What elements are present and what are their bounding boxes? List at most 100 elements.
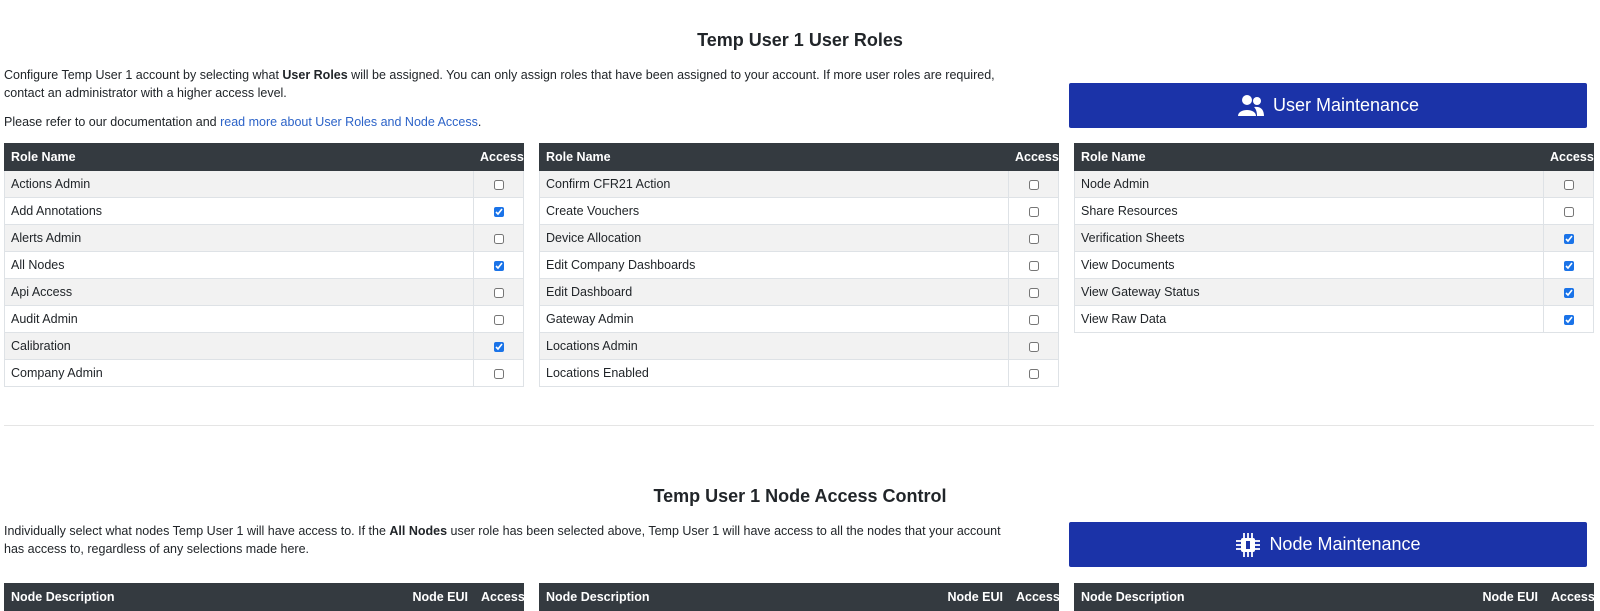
table-row: Edit Company Dashboards	[539, 251, 1059, 279]
role-access-cell	[1008, 224, 1059, 252]
role-access-cell	[1543, 197, 1594, 225]
role-access-checkbox[interactable]	[1028, 206, 1039, 217]
roles-title: Temp User 1 User Roles	[697, 30, 903, 50]
role-name: Locations Admin	[539, 332, 1009, 360]
role-access-checkbox[interactable]	[493, 314, 504, 325]
role-name: Audit Admin	[4, 305, 474, 333]
role-name: Create Vouchers	[539, 197, 1009, 225]
role-access-checkbox[interactable]	[1028, 314, 1039, 325]
role-access-cell	[473, 170, 524, 198]
node-maintenance-button[interactable]: Node Maintenance	[1069, 522, 1587, 567]
role-name: Confirm CFR21 Action	[539, 170, 1009, 198]
role-name: Share Resources	[1074, 197, 1544, 225]
role-access-cell	[473, 332, 524, 360]
role-access-cell	[1543, 251, 1594, 279]
table-row: Audit Admin	[4, 305, 524, 333]
role-access-checkbox[interactable]	[1028, 341, 1039, 352]
role-name: Edit Dashboard	[539, 278, 1009, 306]
table-row: Confirm CFR21 Action	[539, 170, 1059, 198]
role-name: Node Admin	[1074, 170, 1544, 198]
role-access-checkbox[interactable]	[493, 287, 504, 298]
table-row: View Raw Data	[1074, 305, 1594, 333]
role-access-cell	[1008, 305, 1059, 333]
role-name: Alerts Admin	[4, 224, 474, 252]
node-description-header: Node Description	[1074, 583, 1399, 611]
table-row: Node Admin	[1074, 170, 1594, 198]
table-row: View Documents	[1074, 251, 1594, 279]
section-divider	[4, 425, 1594, 426]
roles-doc-line: Please refer to our documentation and re…	[4, 113, 1014, 131]
role-name: Calibration	[4, 332, 474, 360]
role-access-cell	[473, 278, 524, 306]
table-row: Edit Dashboard	[539, 278, 1059, 306]
access-header: Access	[1543, 143, 1594, 171]
role-access-checkbox[interactable]	[1028, 179, 1039, 190]
nodes-table-2: Node Description Node EUI Access	[539, 583, 1060, 611]
nodes-table-3: Node Description Node EUI Access	[1074, 583, 1595, 611]
node-description-header: Node Description	[539, 583, 864, 611]
table-row: Api Access	[4, 278, 524, 306]
role-access-checkbox[interactable]	[1028, 287, 1039, 298]
role-access-checkbox[interactable]	[1563, 287, 1574, 298]
role-access-cell	[1008, 278, 1059, 306]
role-access-checkbox[interactable]	[1028, 368, 1039, 379]
role-access-cell	[1008, 170, 1059, 198]
role-access-checkbox[interactable]	[1563, 314, 1574, 325]
role-name-header: Role Name	[1074, 143, 1544, 171]
role-access-cell	[473, 251, 524, 279]
role-access-cell	[1008, 197, 1059, 225]
node-eui-header: Node EUI	[863, 583, 1010, 611]
role-access-cell	[1008, 332, 1059, 360]
node-access-header: Access	[1544, 583, 1595, 611]
table-row: Share Resources	[1074, 197, 1594, 225]
nodes-intro-bold: All Nodes	[389, 524, 448, 538]
role-name-header: Role Name	[4, 143, 474, 171]
role-access-cell	[1008, 251, 1059, 279]
role-access-checkbox[interactable]	[493, 179, 504, 190]
role-access-checkbox[interactable]	[1028, 260, 1039, 271]
table-row: Verification Sheets	[1074, 224, 1594, 252]
roles-table-2: Role Name Access Confirm CFR21 Action Cre…	[539, 143, 1059, 387]
nodes-intro-text-1: Individually select what nodes Temp User…	[4, 524, 390, 538]
role-name: Edit Company Dashboards	[539, 251, 1009, 279]
table-row: View Gateway Status	[1074, 278, 1594, 306]
role-name: Device Allocation	[539, 224, 1009, 252]
role-name-header: Role Name	[539, 143, 1009, 171]
role-access-cell	[473, 305, 524, 333]
role-access-checkbox[interactable]	[1563, 233, 1574, 244]
role-access-checkbox[interactable]	[1563, 179, 1574, 190]
table-row: Add Annotations	[4, 197, 524, 225]
role-name: View Documents	[1074, 251, 1544, 279]
table-row: Locations Admin	[539, 332, 1059, 360]
role-access-cell	[1543, 305, 1594, 333]
node-description-header: Node Description	[4, 583, 329, 611]
table-row: Device Allocation	[539, 224, 1059, 252]
role-access-cell	[473, 359, 524, 387]
table-row: Company Admin	[4, 359, 524, 387]
table-row: Alerts Admin	[4, 224, 524, 252]
role-access-checkbox[interactable]	[1563, 260, 1574, 271]
role-access-checkbox[interactable]	[1028, 233, 1039, 244]
role-name: View Gateway Status	[1074, 278, 1544, 306]
roles-table-1: Role Name Access Actions Admin Add Annota…	[4, 143, 524, 387]
node-access-header: Access	[1009, 583, 1060, 611]
role-access-checkbox[interactable]	[493, 206, 504, 217]
role-access-cell	[473, 224, 524, 252]
node-maintenance-label: Node Maintenance	[1269, 534, 1421, 554]
table-row: All Nodes	[4, 251, 524, 279]
role-access-checkbox[interactable]	[493, 233, 504, 244]
roles-intro-bold: User Roles	[282, 68, 348, 82]
node-eui-header: Node EUI	[328, 583, 475, 611]
doc-link[interactable]: read more about User Roles and Node Acce…	[220, 115, 478, 129]
role-access-checkbox[interactable]	[493, 368, 504, 379]
role-access-checkbox[interactable]	[1563, 206, 1574, 217]
nodes-table-1: Node Description Node EUI Access	[4, 583, 525, 611]
role-name: Actions Admin	[4, 170, 474, 198]
nodes-intro: Individually select what nodes Temp User…	[4, 522, 1014, 558]
role-name: Api Access	[4, 278, 474, 306]
role-access-cell	[1543, 278, 1594, 306]
user-maintenance-button[interactable]: User Maintenance	[1069, 83, 1587, 128]
role-access-checkbox[interactable]	[493, 260, 504, 271]
role-name: Gateway Admin	[539, 305, 1009, 333]
role-access-checkbox[interactable]	[493, 341, 504, 352]
